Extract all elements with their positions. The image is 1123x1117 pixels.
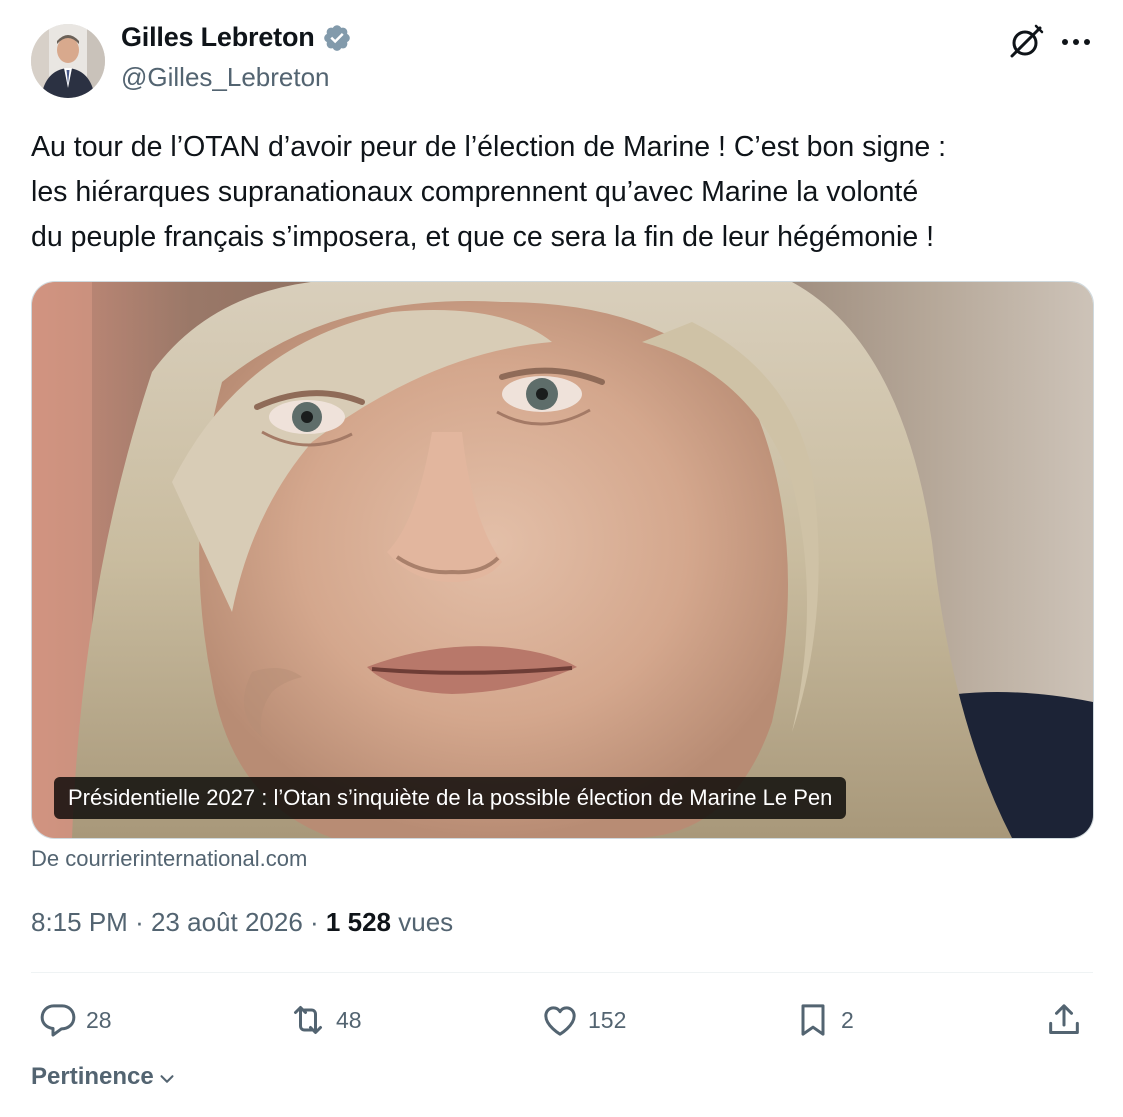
share-icon [1049, 1004, 1079, 1034]
grok-icon[interactable] [1006, 22, 1046, 62]
author-handle[interactable]: @Gilles_Lebreton [121, 62, 330, 93]
author-display-name[interactable]: Gilles Lebreton [121, 22, 315, 53]
sort-dropdown[interactable]: Pertinence [31, 1063, 178, 1091]
like-count: 152 [588, 1006, 627, 1033]
tweet-time[interactable]: 8:15 PM [31, 907, 128, 937]
reply-button[interactable]: 28 [38, 998, 112, 1042]
card-caption: Présidentielle 2027 : l’Otan s’inquiète … [54, 777, 847, 819]
meta-separator: · [135, 907, 144, 937]
more-icon[interactable] [1058, 28, 1094, 56]
tweet-date[interactable]: 23 août 2026 [151, 907, 303, 937]
reply-count: 28 [86, 1006, 112, 1033]
divider [31, 972, 1093, 973]
author-name-row: Gilles Lebreton [121, 22, 352, 53]
views-label: vues [398, 907, 454, 937]
avatar[interactable] [31, 24, 105, 98]
tweet-text: Au tour de l’OTAN d’avoir peur de l’élec… [31, 131, 947, 253]
bookmark-icon [801, 1004, 825, 1036]
card-image [32, 282, 1093, 838]
card-source-link[interactable]: De courrierinternational.com [31, 846, 307, 872]
bookmark-count: 2 [841, 1006, 854, 1033]
repost-icon [294, 1006, 322, 1034]
chevron-down-icon [160, 1075, 174, 1083]
reply-icon [40, 1004, 76, 1037]
bookmark-button[interactable]: 2 [793, 998, 854, 1042]
link-card[interactable]: Présidentielle 2027 : l’Otan s’inquiète … [31, 281, 1094, 839]
meta-separator: · [310, 907, 319, 937]
sort-label: Pertinence [31, 1063, 154, 1090]
repost-count: 48 [336, 1006, 362, 1033]
repost-button[interactable]: 48 [288, 998, 362, 1042]
views-count: 1 528 [325, 907, 391, 937]
like-icon [544, 1006, 576, 1036]
avatar-image [31, 24, 105, 98]
share-button[interactable] [1044, 998, 1084, 1042]
verified-badge-icon [322, 23, 352, 53]
tweet-meta: 8:15 PM · 23 août 2026 · 1 528 vues [31, 907, 453, 938]
like-button[interactable]: 152 [540, 998, 626, 1042]
